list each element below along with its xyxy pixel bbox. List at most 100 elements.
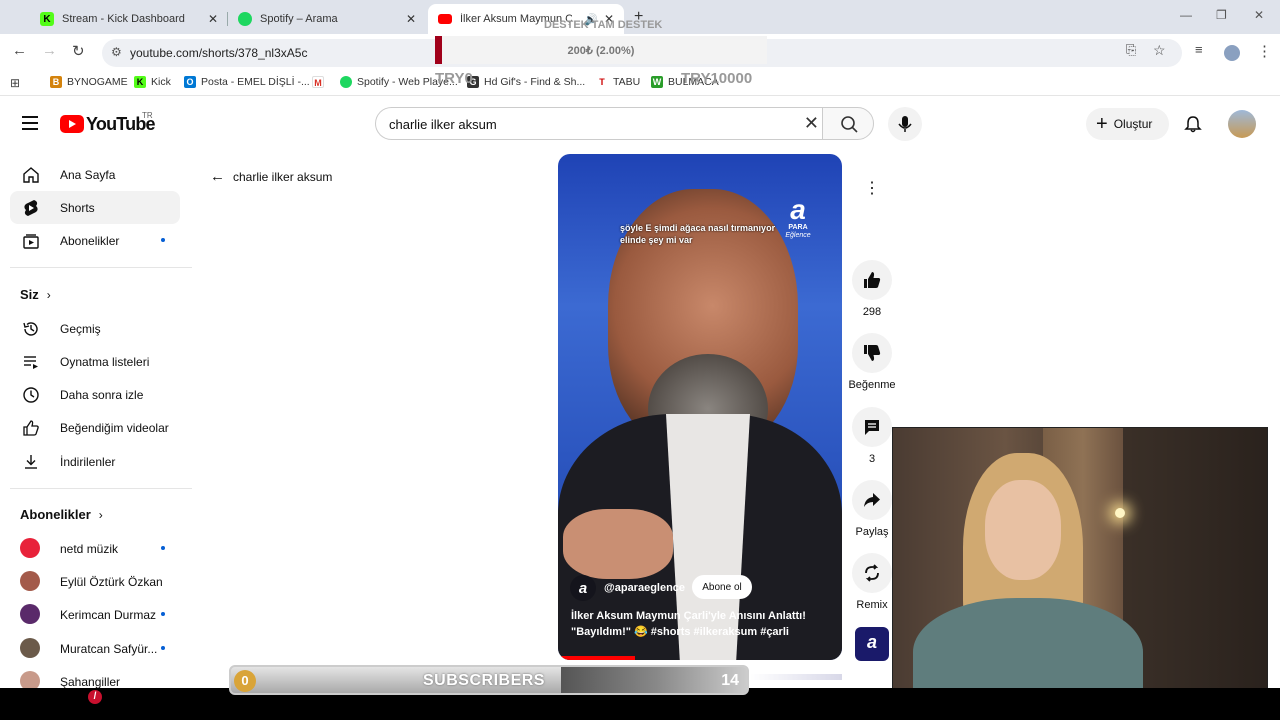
share-icon bbox=[864, 493, 880, 507]
subscription-eylul-ozturk-ozkan[interactable]: Eylül Öztürk Özkan bbox=[10, 565, 180, 598]
back-label: charlie ilker aksum bbox=[233, 169, 333, 184]
apps-grid-icon[interactable]: ⊞ bbox=[10, 76, 20, 90]
sidebar-item-watch-later[interactable]: Daha sonra izle bbox=[10, 378, 180, 411]
bookmark-gmail[interactable]: M bbox=[312, 76, 329, 88]
subscription-muratcan-safyurek[interactable]: Muratcan Safyür... bbox=[10, 632, 180, 665]
subscription-kerimcan-durmaz[interactable]: Kerimcan Durmaz bbox=[10, 598, 180, 631]
minimize-icon[interactable]: — bbox=[1180, 8, 1192, 22]
channel-avatar[interactable]: a bbox=[570, 575, 596, 601]
bookmark-bynogame[interactable]: B BYNOGAME bbox=[50, 76, 128, 88]
search-button[interactable] bbox=[822, 107, 874, 140]
sidebar-section-you[interactable]: Siz › bbox=[20, 287, 51, 302]
chrome-menu-icon[interactable]: ⋮ bbox=[1257, 42, 1272, 60]
sidebar-item-playlists[interactable]: Oynatma listeleri bbox=[10, 345, 180, 378]
thumbs-down-icon bbox=[864, 345, 881, 361]
sidebar-item-label: Geçmiş bbox=[60, 321, 101, 336]
like-button[interactable]: 298 bbox=[848, 260, 896, 318]
tab-title: Stream - Kick Dashboard bbox=[62, 13, 185, 25]
subscription-netd-muzik[interactable]: netd müzik bbox=[10, 532, 180, 565]
short-title[interactable]: İlker Aksum Maymun Çarli'yle Anısını Anl… bbox=[571, 608, 831, 640]
hamburger-menu-icon[interactable] bbox=[22, 116, 38, 130]
profile-avatar[interactable] bbox=[1224, 45, 1240, 61]
bookmark-label: TABU bbox=[613, 76, 641, 88]
youtube-logo-icon[interactable] bbox=[60, 115, 84, 133]
reload-icon[interactable]: ↻ bbox=[72, 42, 85, 60]
arrow-left-icon: ← bbox=[210, 168, 225, 185]
channel-handle[interactable]: @aparaeglence bbox=[604, 582, 685, 594]
channel-avatar bbox=[20, 571, 40, 591]
sidebar-item-liked-videos[interactable]: Beğendiğim videolar bbox=[10, 411, 180, 444]
apara-logo: a PARA Eğlence bbox=[780, 196, 816, 242]
close-window-icon[interactable]: ✕ bbox=[1254, 8, 1264, 22]
bookmark-label: Posta - EMEL DİŞLİ -... bbox=[201, 76, 310, 88]
sidebar-item-home[interactable]: Ana Sayfa bbox=[10, 158, 180, 191]
channel-avatar bbox=[20, 638, 40, 658]
tab-spotify-arama[interactable]: Spotify – Arama ✕ bbox=[228, 4, 426, 34]
donation-goal-amount: 200₺ (2.00%) bbox=[567, 45, 635, 57]
new-content-dot bbox=[161, 238, 165, 242]
back-icon[interactable]: ← bbox=[12, 42, 27, 59]
shorts-video-player[interactable]: şöyle E şimdi ağaca nasıl tırmanıyor eli… bbox=[558, 154, 842, 660]
more-options-icon[interactable]: ⋮ bbox=[852, 168, 892, 208]
shorts-icon bbox=[24, 200, 38, 216]
comments-button[interactable]: 3 bbox=[848, 407, 896, 465]
search-query[interactable]: charlie ilker aksum bbox=[389, 117, 497, 132]
close-tab-icon[interactable]: ✕ bbox=[406, 12, 416, 26]
forward-icon[interactable]: → bbox=[42, 42, 57, 59]
taskbar-app-icon[interactable]: / bbox=[88, 690, 102, 704]
channel-name: Şahangiller bbox=[60, 674, 121, 689]
sidebar-item-label: Beğendiğim videolar bbox=[60, 420, 169, 435]
share-label: Paylaş bbox=[855, 526, 889, 538]
remix-button[interactable]: Remix bbox=[848, 553, 896, 611]
chevron-right-icon: › bbox=[46, 288, 51, 302]
donation-goal-bar: 200₺ (2.00%) bbox=[435, 36, 767, 64]
bookmark-tabu[interactable]: T TABU bbox=[596, 76, 640, 88]
youtube-region: TR bbox=[142, 111, 153, 120]
install-app-icon[interactable]: ⎘ bbox=[1126, 42, 1136, 58]
maximize-icon[interactable]: ❐ bbox=[1216, 8, 1227, 22]
sidebar-divider bbox=[10, 267, 192, 268]
sidebar-item-label: Shorts bbox=[60, 200, 95, 215]
clear-search-icon[interactable]: ✕ bbox=[804, 113, 819, 134]
sidebar-item-label: Ana Sayfa bbox=[60, 167, 116, 182]
create-label: Oluştur bbox=[1113, 117, 1153, 131]
bookmark-posta[interactable]: O Posta - EMEL DİŞLİ -... bbox=[184, 76, 310, 88]
create-button[interactable]: + Oluştur bbox=[1086, 108, 1169, 140]
url-text[interactable]: youtube.com/shorts/378_nl3xA5c bbox=[130, 46, 307, 60]
tab-kick-dashboard[interactable]: K Stream - Kick Dashboard ✕ bbox=[30, 4, 228, 34]
sidebar-divider bbox=[10, 488, 192, 489]
bookmark-kick[interactable]: K Kick bbox=[134, 76, 171, 88]
account-avatar[interactable] bbox=[1228, 110, 1256, 138]
notifications-bell-icon[interactable] bbox=[1184, 115, 1202, 133]
channel-info[interactable]: a @aparaeglence bbox=[570, 575, 685, 601]
site-info-icon[interactable]: ⚙ bbox=[111, 45, 122, 59]
voice-search-button[interactable] bbox=[888, 107, 922, 141]
remix-icon bbox=[865, 564, 879, 582]
sidebar-item-shorts[interactable]: Shorts bbox=[10, 191, 180, 224]
sidebar-item-downloads[interactable]: İndirilenler bbox=[10, 445, 180, 478]
new-content-dot bbox=[161, 646, 165, 650]
video-scrub-strip bbox=[750, 674, 842, 680]
sidebar-section-subscriptions[interactable]: Abonelikler › bbox=[20, 507, 103, 522]
video-progress-bar[interactable] bbox=[558, 656, 635, 660]
search-input[interactable]: charlie ilker aksum ✕ bbox=[375, 107, 823, 140]
sidebar-item-subscriptions[interactable]: Abonelikler bbox=[10, 224, 180, 257]
playlist-icon bbox=[24, 356, 38, 369]
bookmark-hd-gifs[interactable]: G Hd Gif's - Find & Sh... bbox=[467, 76, 585, 88]
donation-goal-min: TRY0 bbox=[435, 70, 473, 87]
media-controls-icon[interactable]: ≡ bbox=[1195, 42, 1203, 57]
sidebar-item-history[interactable]: Geçmiş bbox=[10, 312, 180, 345]
dislike-button[interactable]: Beğenme bbox=[848, 333, 896, 391]
subscribe-button[interactable]: Abone ol bbox=[692, 575, 752, 599]
logo-para: PARA bbox=[788, 224, 808, 231]
spotify-icon bbox=[238, 12, 252, 26]
sidebar-item-label: İndirilenler bbox=[60, 454, 116, 469]
back-to-search[interactable]: ← charlie ilker aksum bbox=[210, 168, 332, 185]
share-button[interactable]: Paylaş bbox=[848, 480, 896, 538]
video-caption: şöyle E şimdi ağaca nasıl tırmanıyor eli… bbox=[620, 223, 776, 245]
download-icon bbox=[25, 455, 37, 469]
close-tab-icon[interactable]: ✕ bbox=[208, 12, 218, 26]
bookmark-star-icon[interactable]: ☆ bbox=[1153, 42, 1166, 59]
subscriber-goal-label: SUBSCRIBERS bbox=[423, 672, 545, 689]
channel-thumbnail[interactable]: a bbox=[855, 627, 889, 661]
